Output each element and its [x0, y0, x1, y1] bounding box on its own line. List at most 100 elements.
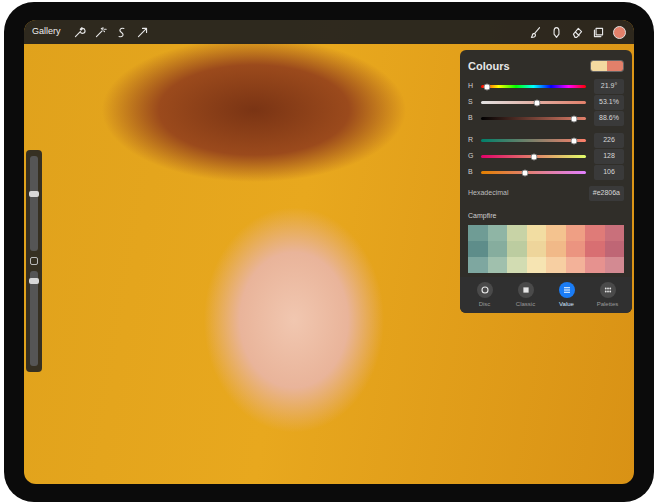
slider-label: S — [468, 97, 477, 108]
slider-value[interactable]: 88.6% — [594, 111, 624, 126]
brush-icon[interactable] — [529, 26, 542, 39]
slider-label: B — [468, 113, 477, 124]
slider-thumb[interactable] — [521, 169, 528, 176]
transform-arrow-icon[interactable] — [136, 26, 149, 39]
selection-icon[interactable] — [115, 26, 128, 39]
rgb-sliders: R 226 G 128 B 106 — [460, 133, 632, 181]
opacity-slider[interactable] — [30, 271, 38, 366]
colour-swatch[interactable] — [468, 225, 488, 241]
tab-label[interactable]: Palettes — [587, 300, 628, 309]
slider-track[interactable] — [481, 155, 586, 158]
colour-swatch[interactable] — [527, 225, 547, 241]
panel-header: Colours — [460, 50, 632, 79]
mode-tab[interactable]: Value — [546, 282, 587, 309]
brush-size-slider[interactable] — [30, 156, 38, 251]
hex-label: Hexadecimal — [468, 188, 508, 199]
colour-swatch[interactable] — [507, 257, 527, 273]
smudge-icon[interactable] — [550, 26, 563, 39]
hex-field[interactable]: #e2806a — [589, 186, 624, 201]
slider-row: B 88.6% — [468, 111, 624, 127]
palettes-icon[interactable] — [602, 284, 614, 296]
slider-thumb[interactable] — [571, 115, 578, 122]
slider-value[interactable]: 106 — [594, 165, 624, 180]
mode-tab[interactable]: Palettes — [587, 282, 628, 309]
tab-label[interactable]: Value — [546, 300, 587, 309]
hex-row: Hexadecimal #e2806a — [460, 185, 632, 203]
value-icon[interactable] — [561, 284, 573, 296]
swatch-grid — [468, 225, 624, 273]
slider-value[interactable]: 128 — [594, 149, 624, 164]
slider-thumb[interactable] — [571, 137, 578, 144]
palette-name: Campfire — [468, 211, 624, 222]
slider-track[interactable] — [481, 117, 586, 120]
magic-wand-icon[interactable] — [94, 26, 107, 39]
primary-colour[interactable] — [591, 61, 607, 71]
layers-icon[interactable] — [592, 26, 605, 39]
top-toolbar: Gallery — [24, 20, 634, 44]
eraser-icon[interactable] — [571, 26, 584, 39]
slider-thumb[interactable] — [484, 83, 491, 90]
wrench-icon[interactable] — [73, 26, 86, 39]
hsb-sliders: H 21.9° S 53.1% B 88.6% — [460, 79, 632, 127]
gallery-button[interactable]: Gallery — [32, 25, 61, 39]
slider-track[interactable] — [481, 101, 586, 104]
colour-swatch[interactable] — [546, 225, 566, 241]
colour-swatch[interactable] — [546, 257, 566, 273]
panel-title: Colours — [468, 58, 510, 75]
colour-pair[interactable] — [590, 60, 624, 72]
slider-thumb[interactable] — [533, 99, 540, 106]
colour-swatch[interactable] — [566, 241, 586, 257]
colour-mode-tabs: DiscClassicValuePalettes — [460, 277, 632, 313]
current-color-button[interactable] — [613, 26, 626, 39]
colour-swatch[interactable] — [585, 241, 605, 257]
colours-panel: Colours H 21.9° S 53.1% B 88.6% R 226 G 128 B 106 Hex… — [460, 50, 632, 313]
disc-icon[interactable] — [479, 284, 491, 296]
slider-row: B 106 — [468, 165, 624, 181]
ipad-frame: Gallery Colours H 21.9° S 53.1% B 88.6% R 226 G 128… — [4, 2, 654, 502]
modify-button[interactable] — [30, 257, 38, 265]
classic-icon[interactable] — [520, 284, 532, 296]
colour-swatch[interactable] — [507, 225, 527, 241]
colour-swatch[interactable] — [488, 225, 508, 241]
slider-label: R — [468, 135, 477, 146]
tab-label[interactable]: Classic — [505, 300, 546, 309]
colour-swatch[interactable] — [527, 241, 547, 257]
mode-tab[interactable]: Disc — [464, 282, 505, 309]
slider-track[interactable] — [481, 85, 586, 88]
slider-value[interactable]: 53.1% — [594, 95, 624, 110]
colour-swatch[interactable] — [527, 257, 547, 273]
slider-value[interactable]: 226 — [594, 133, 624, 148]
colour-swatch[interactable] — [605, 241, 625, 257]
left-sidebar — [26, 150, 42, 372]
brush-size-slider-thumb[interactable] — [29, 191, 39, 197]
slider-track[interactable] — [481, 139, 586, 142]
colour-swatch[interactable] — [507, 241, 527, 257]
secondary-colour[interactable] — [607, 61, 623, 71]
slider-value[interactable]: 21.9° — [594, 79, 624, 94]
slider-label: B — [468, 167, 477, 178]
slider-label: H — [468, 81, 477, 92]
slider-row: R 226 — [468, 133, 624, 149]
slider-row: S 53.1% — [468, 95, 624, 111]
colour-swatch[interactable] — [488, 241, 508, 257]
canvas[interactable]: Gallery Colours H 21.9° S 53.1% B 88.6% R 226 G 128… — [24, 20, 634, 484]
colour-swatch[interactable] — [605, 225, 625, 241]
mode-tab[interactable]: Classic — [505, 282, 546, 309]
colour-swatch[interactable] — [566, 225, 586, 241]
slider-track[interactable] — [481, 171, 586, 174]
slider-row: H 21.9° — [468, 79, 624, 95]
colour-swatch[interactable] — [566, 257, 586, 273]
colour-swatch[interactable] — [488, 257, 508, 273]
tab-label[interactable]: Disc — [464, 300, 505, 309]
slider-label: G — [468, 151, 477, 162]
slider-row: G 128 — [468, 149, 624, 165]
colour-swatch[interactable] — [585, 225, 605, 241]
colour-swatch[interactable] — [605, 257, 625, 273]
colour-swatch[interactable] — [546, 241, 566, 257]
colour-swatch[interactable] — [585, 257, 605, 273]
slider-thumb[interactable] — [530, 153, 537, 160]
opacity-slider-thumb[interactable] — [29, 278, 39, 284]
colour-swatch[interactable] — [468, 241, 488, 257]
colour-swatch[interactable] — [468, 257, 488, 273]
palette: Campfire — [460, 203, 632, 278]
